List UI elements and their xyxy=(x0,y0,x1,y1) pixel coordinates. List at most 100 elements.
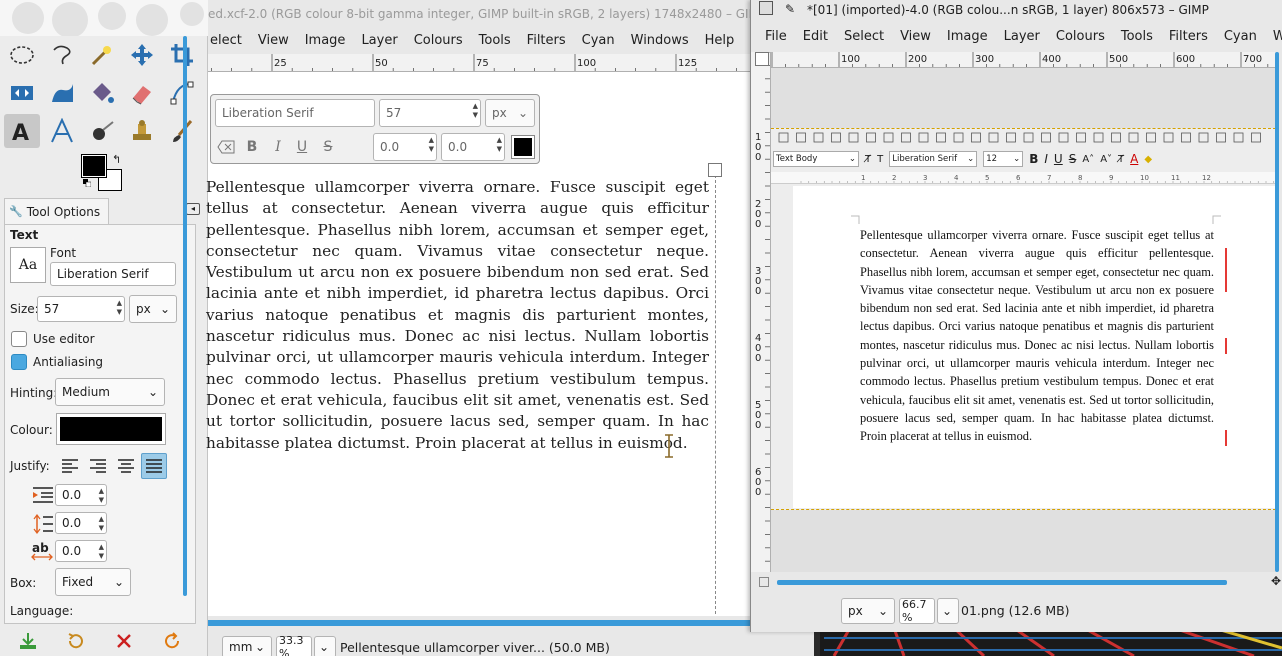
tool-fuzzy-select[interactable] xyxy=(84,38,120,72)
horizontal-scrollbar[interactable] xyxy=(208,620,750,626)
menu-tools[interactable]: Tools xyxy=(1113,29,1161,44)
size-unit-combo[interactable]: px ⌄ xyxy=(129,295,177,323)
spin-arrows-icon[interactable]: ▲ ▼ xyxy=(473,102,478,120)
menu-tools[interactable]: Tools xyxy=(471,33,519,48)
menu-cyan[interactable]: Cyan xyxy=(574,33,623,48)
tool-bucket-fill[interactable] xyxy=(84,76,120,110)
line-spacing-spinbutton[interactable]: 0.0 ▲ ▼ xyxy=(55,512,107,534)
foreground-color[interactable] xyxy=(81,154,107,178)
box-combo[interactable]: Fixed ⌄ xyxy=(55,568,131,596)
horizontal-scrollbar[interactable] xyxy=(777,580,1227,585)
menu-windows[interactable]: Windows xyxy=(623,33,697,48)
menu-view[interactable]: View xyxy=(250,33,297,48)
tool-ellipse-select[interactable] xyxy=(4,38,40,72)
toolbar-unit-combo[interactable]: px ⌄ xyxy=(485,99,535,127)
unit-combo[interactable]: mm ⌄ xyxy=(222,636,272,656)
canvas-text-layer[interactable]: Pellentesque ullamcorper viverra ornare.… xyxy=(206,177,709,454)
horizontal-ruler[interactable]: 100 200 300 400 500 600 700 xyxy=(771,52,1276,68)
justify-center-button[interactable] xyxy=(113,453,139,479)
vertical-scrollbar[interactable] xyxy=(1275,52,1279,572)
colour-button[interactable] xyxy=(56,413,166,445)
strikethrough-button[interactable]: S xyxy=(317,135,339,159)
menu-layer[interactable]: Layer xyxy=(996,29,1048,44)
tool-flip[interactable] xyxy=(4,76,40,110)
save-preset-icon[interactable] xyxy=(19,632,37,650)
spin-arrows-icon[interactable]: ▲ ▼ xyxy=(117,299,122,317)
navigate-icon[interactable]: ✥ xyxy=(1271,574,1281,588)
unit-combo[interactable]: px ⌄ xyxy=(841,598,895,624)
tool-path[interactable] xyxy=(164,76,200,110)
menu-colours[interactable]: Colours xyxy=(406,33,471,48)
indent-spinbutton[interactable]: 0.0 ▲ ▼ xyxy=(55,484,107,506)
spin-arrows-icon[interactable]: ▲ ▼ xyxy=(429,136,434,154)
text-box-handle[interactable] xyxy=(708,163,722,177)
color-selector[interactable]: ↰ xyxy=(81,153,126,193)
default-colors-icon[interactable] xyxy=(83,179,91,187)
menu-file[interactable]: File xyxy=(757,29,795,44)
tool-crop[interactable] xyxy=(164,38,200,72)
tool-free-select[interactable] xyxy=(44,38,80,72)
delete-preset-icon[interactable] xyxy=(115,632,133,650)
tool-move[interactable] xyxy=(124,38,160,72)
swap-colors-icon[interactable]: ↰ xyxy=(112,153,121,166)
baseline-field[interactable]: 0.0 ▲ ▼ xyxy=(373,133,437,161)
tool-measure[interactable] xyxy=(44,114,80,148)
menu-select[interactable]: Select xyxy=(836,29,892,44)
tab-menu-icon[interactable]: ◂ xyxy=(186,203,200,215)
menu-filters[interactable]: Filters xyxy=(1161,29,1216,44)
zoom-field[interactable]: 66.7 % xyxy=(899,598,935,624)
menu-layer[interactable]: Layer xyxy=(353,33,405,48)
menu-filters[interactable]: Filters xyxy=(519,33,574,48)
justify-fill-button[interactable] xyxy=(141,453,167,479)
clear-style-button[interactable] xyxy=(215,135,237,159)
zoom-combo[interactable]: ⌄ xyxy=(937,598,959,624)
tool-clone[interactable] xyxy=(124,114,160,148)
italic-button[interactable]: I xyxy=(267,135,289,159)
spin-arrows-icon[interactable]: ▲ ▼ xyxy=(99,543,104,561)
menu-elect[interactable]: elect xyxy=(202,33,250,48)
hinting-combo[interactable]: Medium ⌄ xyxy=(55,378,165,406)
pin-icon[interactable]: ✎ xyxy=(785,0,795,18)
menu-help[interactable]: Help xyxy=(697,33,743,48)
menu-cyan[interactable]: Cyan xyxy=(1216,29,1265,44)
size-spinbutton[interactable]: 57 ▲ ▼ xyxy=(37,296,125,322)
tool-airbrush[interactable] xyxy=(84,114,120,148)
kerning-field[interactable]: 0.0 ▲ ▼ xyxy=(441,133,505,161)
horizontal-ruler[interactable]: 25 50 75 100 125 xyxy=(208,54,750,72)
letter-spacing-spinbutton[interactable]: 0.0 ▲ ▼ xyxy=(55,540,107,562)
tool-eraser[interactable] xyxy=(124,76,160,110)
underline-button[interactable]: U xyxy=(291,135,313,159)
spin-arrows-icon[interactable]: ▲ ▼ xyxy=(99,515,104,533)
toolbar-font-field[interactable]: Liberation Serif xyxy=(215,99,375,127)
toolbar-size-field[interactable]: 57 ▲ ▼ xyxy=(379,99,481,127)
restore-preset-icon[interactable] xyxy=(67,632,85,650)
tool-text[interactable]: A xyxy=(4,114,40,148)
tool-options-scrollbar[interactable] xyxy=(183,36,187,596)
font-field[interactable]: Liberation Serif xyxy=(50,262,176,286)
text-color-button[interactable] xyxy=(511,135,535,159)
tab-tool-options[interactable]: 🔧 Tool Options xyxy=(4,198,110,224)
spin-arrows-icon[interactable]: ▲ ▼ xyxy=(99,487,104,505)
spin-arrows-icon[interactable]: ▲ ▼ xyxy=(497,136,502,154)
font-preview-button[interactable]: Aa xyxy=(10,247,46,283)
menu-view[interactable]: View xyxy=(892,29,939,44)
quick-mask-toggle[interactable] xyxy=(755,52,769,66)
justify-left-button[interactable] xyxy=(57,453,83,479)
zoom-combo[interactable]: ⌄ xyxy=(314,636,336,656)
bold-button[interactable]: B xyxy=(241,135,263,159)
menu-window[interactable]: Window xyxy=(1265,29,1282,44)
menu-colours[interactable]: Colours xyxy=(1048,29,1113,44)
zoom-field[interactable]: 33.3 % xyxy=(276,634,312,656)
tool-paintbrush[interactable] xyxy=(164,114,200,148)
image-canvas[interactable]: Text Body ⌄ T̸ T Liberation Serif ⌄ 12 ⌄ B … xyxy=(771,68,1276,572)
justify-right-button[interactable] xyxy=(85,453,111,479)
reset-icon[interactable] xyxy=(163,632,181,650)
menu-edit[interactable]: Edit xyxy=(795,29,836,44)
antialiasing-checkbox[interactable] xyxy=(11,354,27,370)
menu-image[interactable]: Image xyxy=(939,29,996,44)
use-editor-checkbox[interactable] xyxy=(11,331,27,347)
menu-image[interactable]: Image xyxy=(297,33,354,48)
vertical-ruler[interactable]: 100200300400500600 xyxy=(751,52,771,572)
navigate-corner[interactable] xyxy=(759,577,769,587)
tool-warp[interactable] xyxy=(44,76,80,110)
